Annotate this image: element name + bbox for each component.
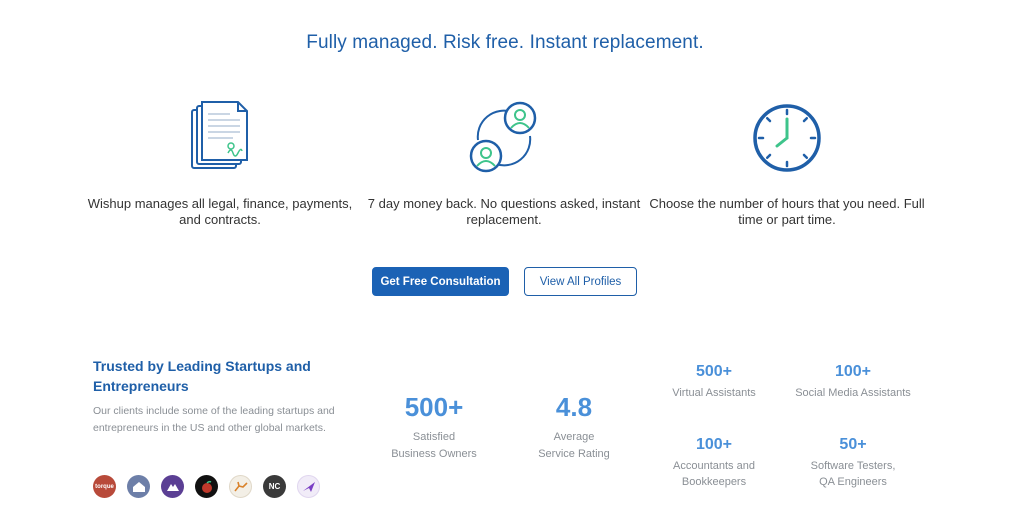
bird-logo — [297, 475, 320, 498]
stat-label: Business Owners — [391, 448, 477, 460]
view-all-profiles-button[interactable]: View All Profiles — [524, 267, 637, 296]
deer-logo — [229, 475, 252, 498]
client-logos: torque NC — [93, 475, 320, 498]
trusted-description: Our clients include some of the leading … — [93, 405, 335, 434]
mountain-logo — [161, 475, 184, 498]
user-swap-icon — [364, 98, 644, 178]
stat-service-rating: 4.8 Average Service Rating — [504, 392, 644, 463]
feature-money-back: 7 day money back. No questions asked, in… — [364, 98, 644, 228]
stat-value: 100+ — [834, 363, 872, 380]
stat-accountants: 100+ Accountants and Bookkeepers — [639, 436, 789, 490]
feature-money-back-text: 7 day money back. No questions asked, in… — [367, 196, 641, 227]
stat-value: 4.8 — [555, 392, 593, 422]
stat-label: Bookkeepers — [681, 476, 747, 488]
contract-document-icon — [80, 98, 360, 178]
stat-social-media-assistants: 100+ Social Media Assistants — [778, 363, 928, 401]
clock-icon — [647, 98, 927, 178]
stat-value: 50+ — [839, 436, 867, 453]
stat-software-testers: 50+ Software Testers, QA Engineers — [778, 436, 928, 490]
stat-label: Service Rating — [538, 448, 610, 460]
stat-value: 100+ — [695, 436, 733, 453]
get-free-consultation-button[interactable]: Get Free Consultation — [372, 267, 509, 296]
stat-label: Virtual Assistants — [672, 387, 756, 399]
fruit-logo — [195, 475, 218, 498]
stat-label: Social Media Assistants — [795, 387, 911, 399]
stat-value: 500+ — [695, 363, 733, 380]
stat-label: Accountants and — [673, 460, 755, 472]
feature-hours-text: Choose the number of hours that you need… — [649, 196, 925, 227]
stat-label: Satisfied — [412, 431, 456, 443]
stat-virtual-assistants: 500+ Virtual Assistants — [639, 363, 789, 401]
section-headline: Fully managed. Risk free. Instant replac… — [306, 32, 704, 53]
stat-business-owners: 500+ Satisfied Business Owners — [364, 392, 504, 463]
torque-logo: torque — [93, 475, 116, 498]
nc-logo: NC — [263, 475, 286, 498]
house-logo — [127, 475, 150, 498]
feature-legal-text: Wishup manages all legal, finance, payme… — [87, 196, 353, 227]
stat-label: Average — [553, 431, 595, 443]
stat-value: 500+ — [404, 392, 464, 422]
stat-label: QA Engineers — [819, 476, 887, 488]
feature-hours: Choose the number of hours that you need… — [647, 98, 927, 228]
trusted-title: Trusted by Leading Startups and Entrepre… — [93, 358, 311, 394]
feature-legal: Wishup manages all legal, finance, payme… — [80, 98, 360, 228]
stat-label: Software Testers, — [810, 460, 896, 472]
